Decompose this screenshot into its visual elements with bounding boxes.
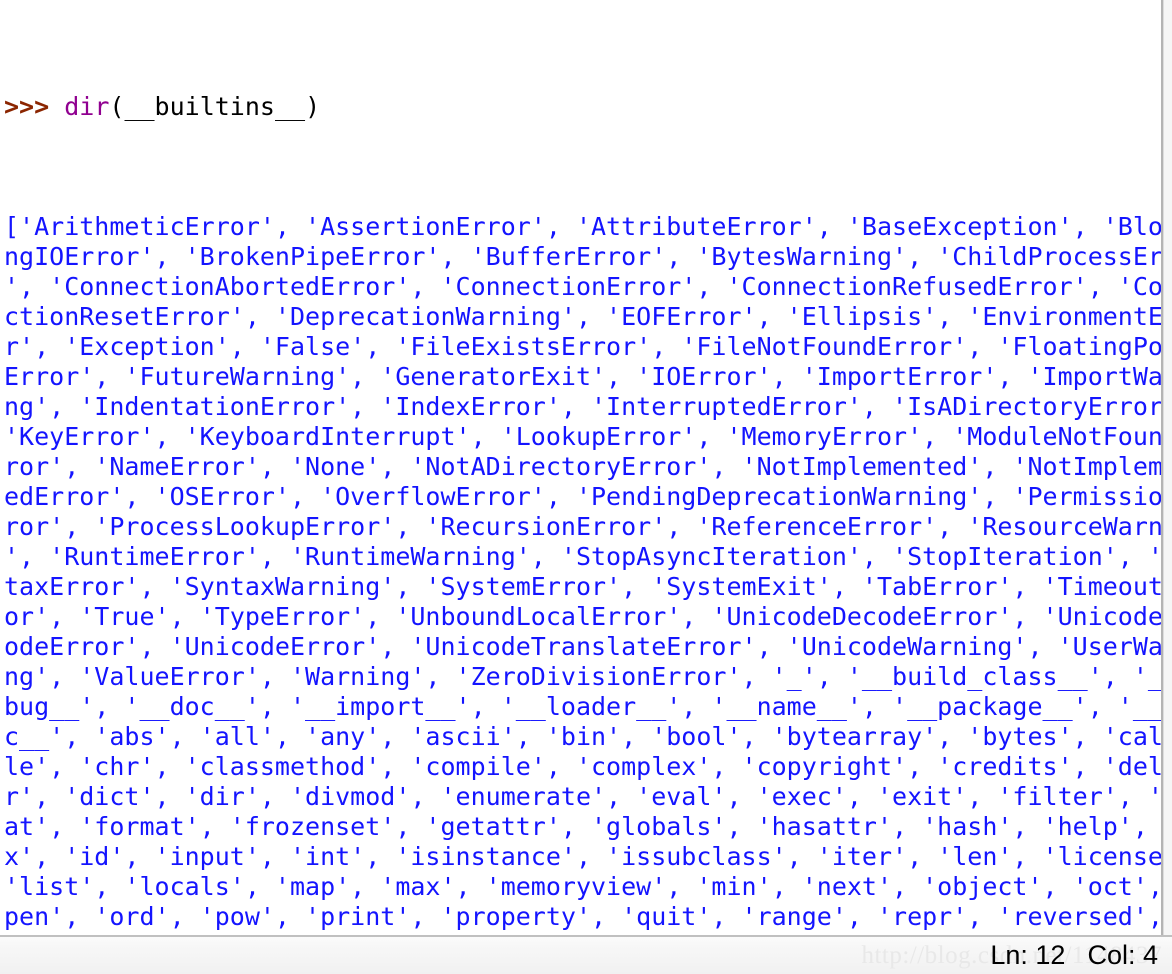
- shell-output-text-span: taxError', 'SyntaxWarning', 'SystemError…: [4, 572, 1163, 601]
- shell-output-text-span: at', 'format', 'frozenset', 'getattr', '…: [4, 812, 1163, 841]
- shell-output-line: bug__', '__doc__', '__import__', '__load…: [4, 692, 1161, 722]
- shell-output-line: x', 'id', 'input', 'int', 'isinstance', …: [4, 842, 1161, 872]
- shell-output-text-span: ror', 'NameError', 'None', 'NotADirector…: [4, 452, 1163, 481]
- shell-output-text-span: r', 'dict', 'dir', 'divmod', 'enumerate'…: [4, 782, 1163, 811]
- shell-output-text-span: ng', 'ValueError', 'Warning', 'ZeroDivis…: [4, 662, 1163, 691]
- shell-output-line: ', 'RuntimeError', 'RuntimeWarning', 'St…: [4, 542, 1161, 572]
- right-gutter-strip: [1163, 0, 1172, 935]
- close-paren: ): [305, 92, 321, 121]
- shell-output-line: pen', 'ord', 'pow', 'print', 'property',…: [4, 902, 1161, 932]
- shell-output-line: Error', 'FutureWarning', 'GeneratorExit'…: [4, 362, 1161, 392]
- shell-output-text-span: 'KeyError', 'KeyboardInterrupt', 'Lookup…: [4, 422, 1163, 451]
- shell-output-line: taxError', 'SyntaxWarning', 'SystemError…: [4, 572, 1161, 602]
- shell-output-line: r', 'Exception', 'False', 'FileExistsErr…: [4, 332, 1161, 362]
- shell-output-line: c__', 'abs', 'all', 'any', 'ascii', 'bin…: [4, 722, 1161, 752]
- shell-output-text-span: odeError', 'UnicodeError', 'UnicodeTrans…: [4, 632, 1163, 661]
- status-column-number: Col: 4: [1087, 940, 1158, 970]
- shell-output-line: 'KeyError', 'KeyboardInterrupt', 'Lookup…: [4, 422, 1161, 452]
- shell-output-line: r', 'dict', 'dir', 'divmod', 'enumerate'…: [4, 782, 1161, 812]
- shell-output-line: 'list', 'locals', 'map', 'max', 'memoryv…: [4, 872, 1161, 902]
- shell-output-line: or', 'True', 'TypeError', 'UnboundLocalE…: [4, 602, 1161, 632]
- shell-output-text-span: Error', 'FutureWarning', 'GeneratorExit'…: [4, 362, 1163, 391]
- shell-output-text-span: x', 'id', 'input', 'int', 'isinstance', …: [4, 842, 1163, 871]
- shell-output-text[interactable]: >>> dir(__builtins__) ['ArithmeticError'…: [4, 2, 1161, 935]
- builtins-argument: __builtins__: [124, 92, 306, 121]
- shell-command-line: >>> dir(__builtins__): [4, 92, 1159, 122]
- shell-output-text-span: ng', 'IndentationError', 'IndexError', '…: [4, 392, 1163, 421]
- shell-output-text-span: ', 'RuntimeError', 'RuntimeWarning', 'St…: [4, 542, 1163, 571]
- status-bar-position-group: Ln: 12 Col: 4: [990, 937, 1158, 974]
- shell-output-text-span: r', 'Exception', 'False', 'FileExistsErr…: [4, 332, 1163, 361]
- shell-output-text-span: ngIOError', 'BrokenPipeError', 'BufferEr…: [4, 242, 1163, 271]
- shell-output-line: ng', 'ValueError', 'Warning', 'ZeroDivis…: [4, 662, 1161, 692]
- shell-output-text-span: ['ArithmeticError', 'AssertionError', 'A…: [4, 212, 1163, 241]
- shell-output-line: ngIOError', 'BrokenPipeError', 'BufferEr…: [4, 242, 1161, 272]
- prompt-marker: >>>: [4, 92, 65, 121]
- builtin-function-name: dir: [64, 92, 110, 121]
- shell-output-line: ctionResetError', 'DeprecationWarning', …: [4, 302, 1161, 332]
- shell-output-text-span: pen', 'ord', 'pow', 'print', 'property',…: [4, 902, 1163, 931]
- shell-output-text-span: ror', 'ProcessLookupError', 'RecursionEr…: [4, 512, 1163, 541]
- shell-output-block: ['ArithmeticError', 'AssertionError', 'A…: [4, 212, 1161, 935]
- shell-output-line: ', 'ConnectionAbortedError', 'Connection…: [4, 272, 1161, 302]
- shell-output-line: le', 'chr', 'classmethod', 'compile', 'c…: [4, 752, 1161, 782]
- shell-output-text-span: ctionResetError', 'DeprecationWarning', …: [4, 302, 1163, 331]
- shell-output-text-span: le', 'chr', 'classmethod', 'compile', 'c…: [4, 752, 1163, 781]
- shell-output-line: ror', 'ProcessLookupError', 'RecursionEr…: [4, 512, 1161, 542]
- shell-output-line: at', 'format', 'frozenset', 'getattr', '…: [4, 812, 1159, 842]
- shell-output-line: odeError', 'UnicodeError', 'UnicodeTrans…: [4, 632, 1161, 662]
- shell-output-line: edError', 'OSError', 'OverflowError', 'P…: [4, 482, 1161, 512]
- status-line-number: Ln: 12: [990, 940, 1066, 970]
- status-bar: http://blog.csdn.net/1148437 Ln: 12 Col:…: [0, 935, 1172, 974]
- shell-output-text-span: or', 'True', 'TypeError', 'UnboundLocalE…: [4, 602, 1163, 631]
- shell-text-area[interactable]: >>> dir(__builtins__) ['ArithmeticError'…: [0, 0, 1163, 935]
- python-shell-window: >>> dir(__builtins__) ['ArithmeticError'…: [0, 0, 1172, 974]
- open-paren: (: [109, 92, 125, 121]
- shell-output-text-span: bug__', '__doc__', '__import__', '__load…: [4, 692, 1163, 721]
- shell-output-line: ['ArithmeticError', 'AssertionError', 'A…: [4, 212, 1161, 242]
- shell-output-line: ng', 'IndentationError', 'IndexError', '…: [4, 392, 1161, 422]
- shell-output-text-span: ', 'ConnectionAbortedError', 'Connection…: [4, 272, 1163, 301]
- shell-output-text-span: c__', 'abs', 'all', 'any', 'ascii', 'bin…: [4, 722, 1163, 751]
- shell-output-line: ror', 'NameError', 'None', 'NotADirector…: [4, 452, 1161, 482]
- shell-output-text-span: edError', 'OSError', 'OverflowError', 'P…: [4, 482, 1163, 511]
- shell-output-text-span: 'list', 'locals', 'map', 'max', 'memoryv…: [4, 872, 1163, 901]
